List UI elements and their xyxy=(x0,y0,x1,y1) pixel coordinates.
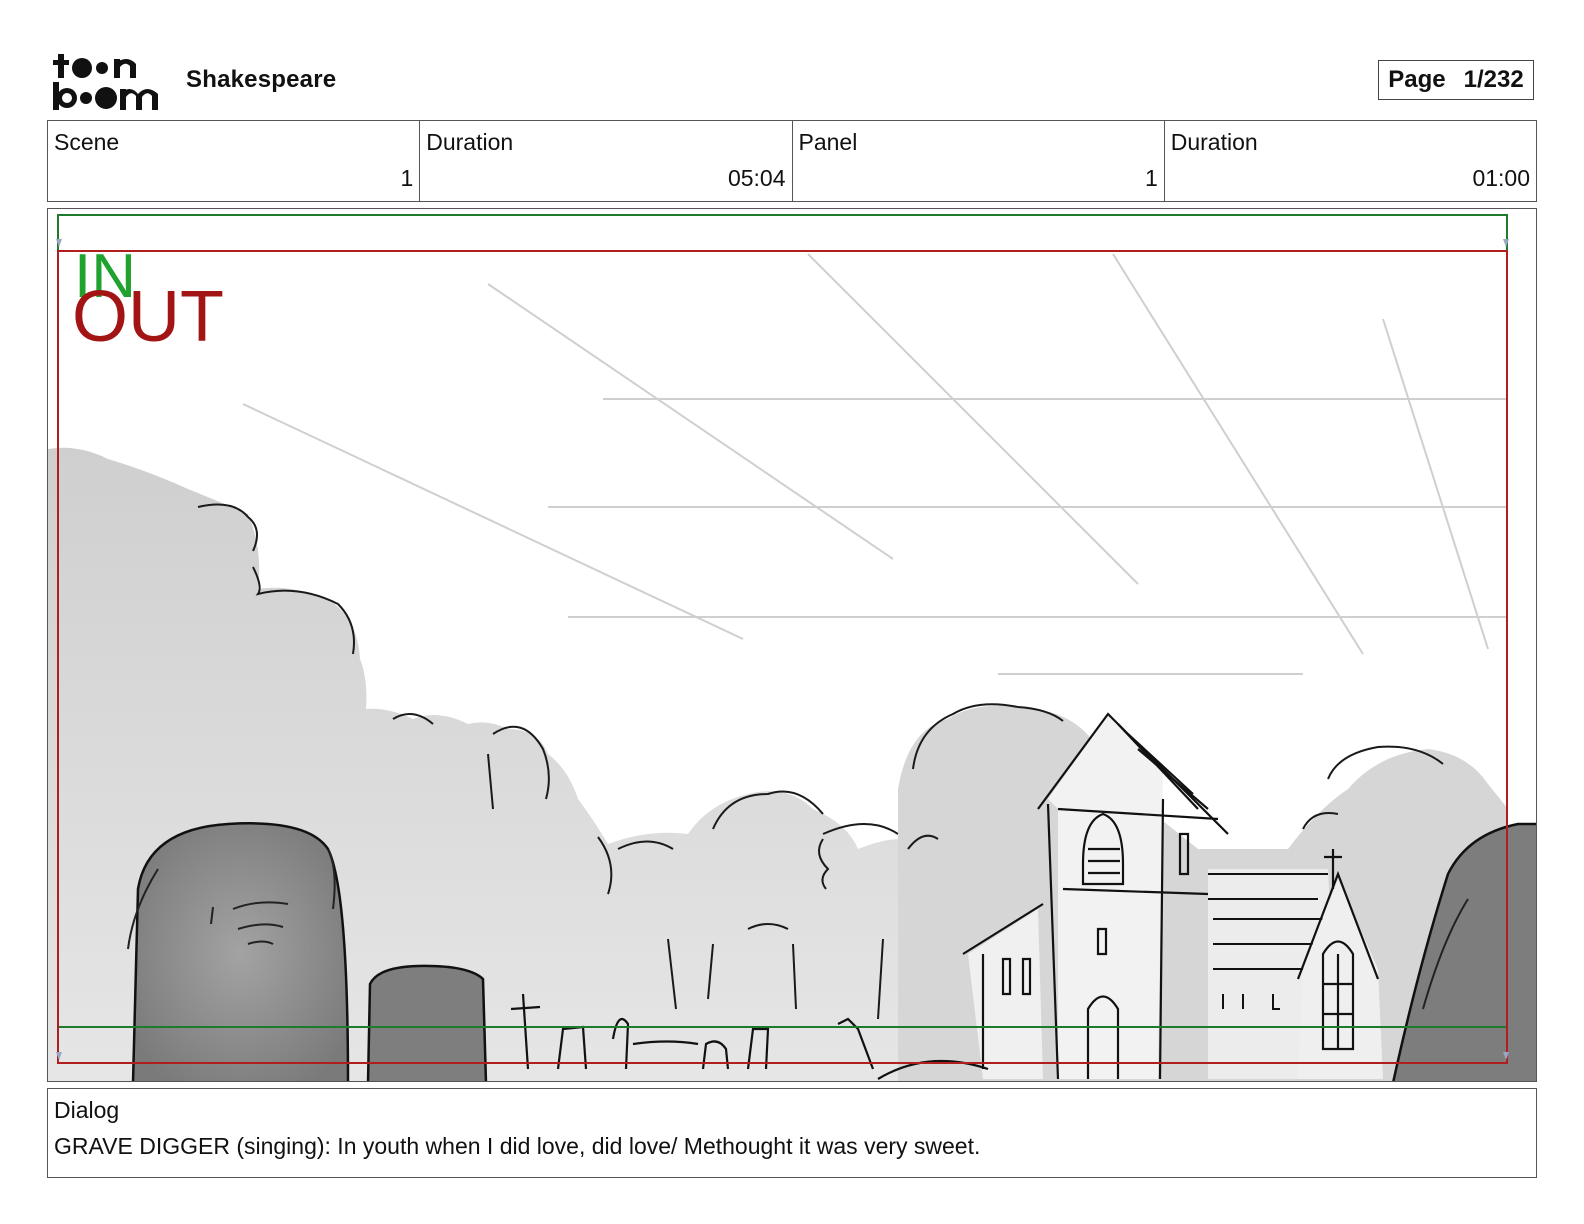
toon-boom-logo xyxy=(53,54,158,110)
panel-sketch: IN OUT xyxy=(48,214,1536,1081)
scene-duration-label: Duration xyxy=(426,129,514,155)
sky-lines xyxy=(242,253,1508,675)
scene-duration-cell: Duration 05:04 xyxy=(420,121,793,201)
panel-duration-label: Duration xyxy=(1170,129,1258,155)
panel-duration-value: 01:00 xyxy=(1472,165,1530,191)
project-title: Shakespeare xyxy=(186,66,337,93)
page-indicator: Page 1/232 xyxy=(1378,60,1534,100)
out-marker: OUT xyxy=(72,277,224,357)
scene-value: 1 xyxy=(400,165,414,191)
tombstone-small xyxy=(366,964,488,1081)
panel-duration-cell: Duration 01:00 xyxy=(1165,121,1536,201)
scene-duration-value: 05:04 xyxy=(727,165,786,191)
panel-info-row: Scene 1 Duration 05:04 Panel 1 Duration … xyxy=(47,120,1537,202)
panel-label: Panel xyxy=(798,129,858,155)
panel-value: 1 xyxy=(1144,165,1158,191)
scene-cell: Scene 1 xyxy=(48,121,421,201)
tombstone-left xyxy=(131,822,350,1081)
dialog-text: GRAVE DIGGER (singing): In youth when I … xyxy=(54,1133,981,1159)
dialog-label: Dialog xyxy=(54,1097,120,1123)
page-number: 1/232 xyxy=(1463,66,1524,93)
scene-label: Scene xyxy=(54,129,120,155)
storyboard-panel: IN OUT xyxy=(47,208,1537,1082)
page-label: Page xyxy=(1388,66,1446,93)
dialog-box: Dialog GRAVE DIGGER (singing): In youth … xyxy=(47,1088,1537,1178)
panel-cell: Panel 1 xyxy=(793,121,1165,201)
